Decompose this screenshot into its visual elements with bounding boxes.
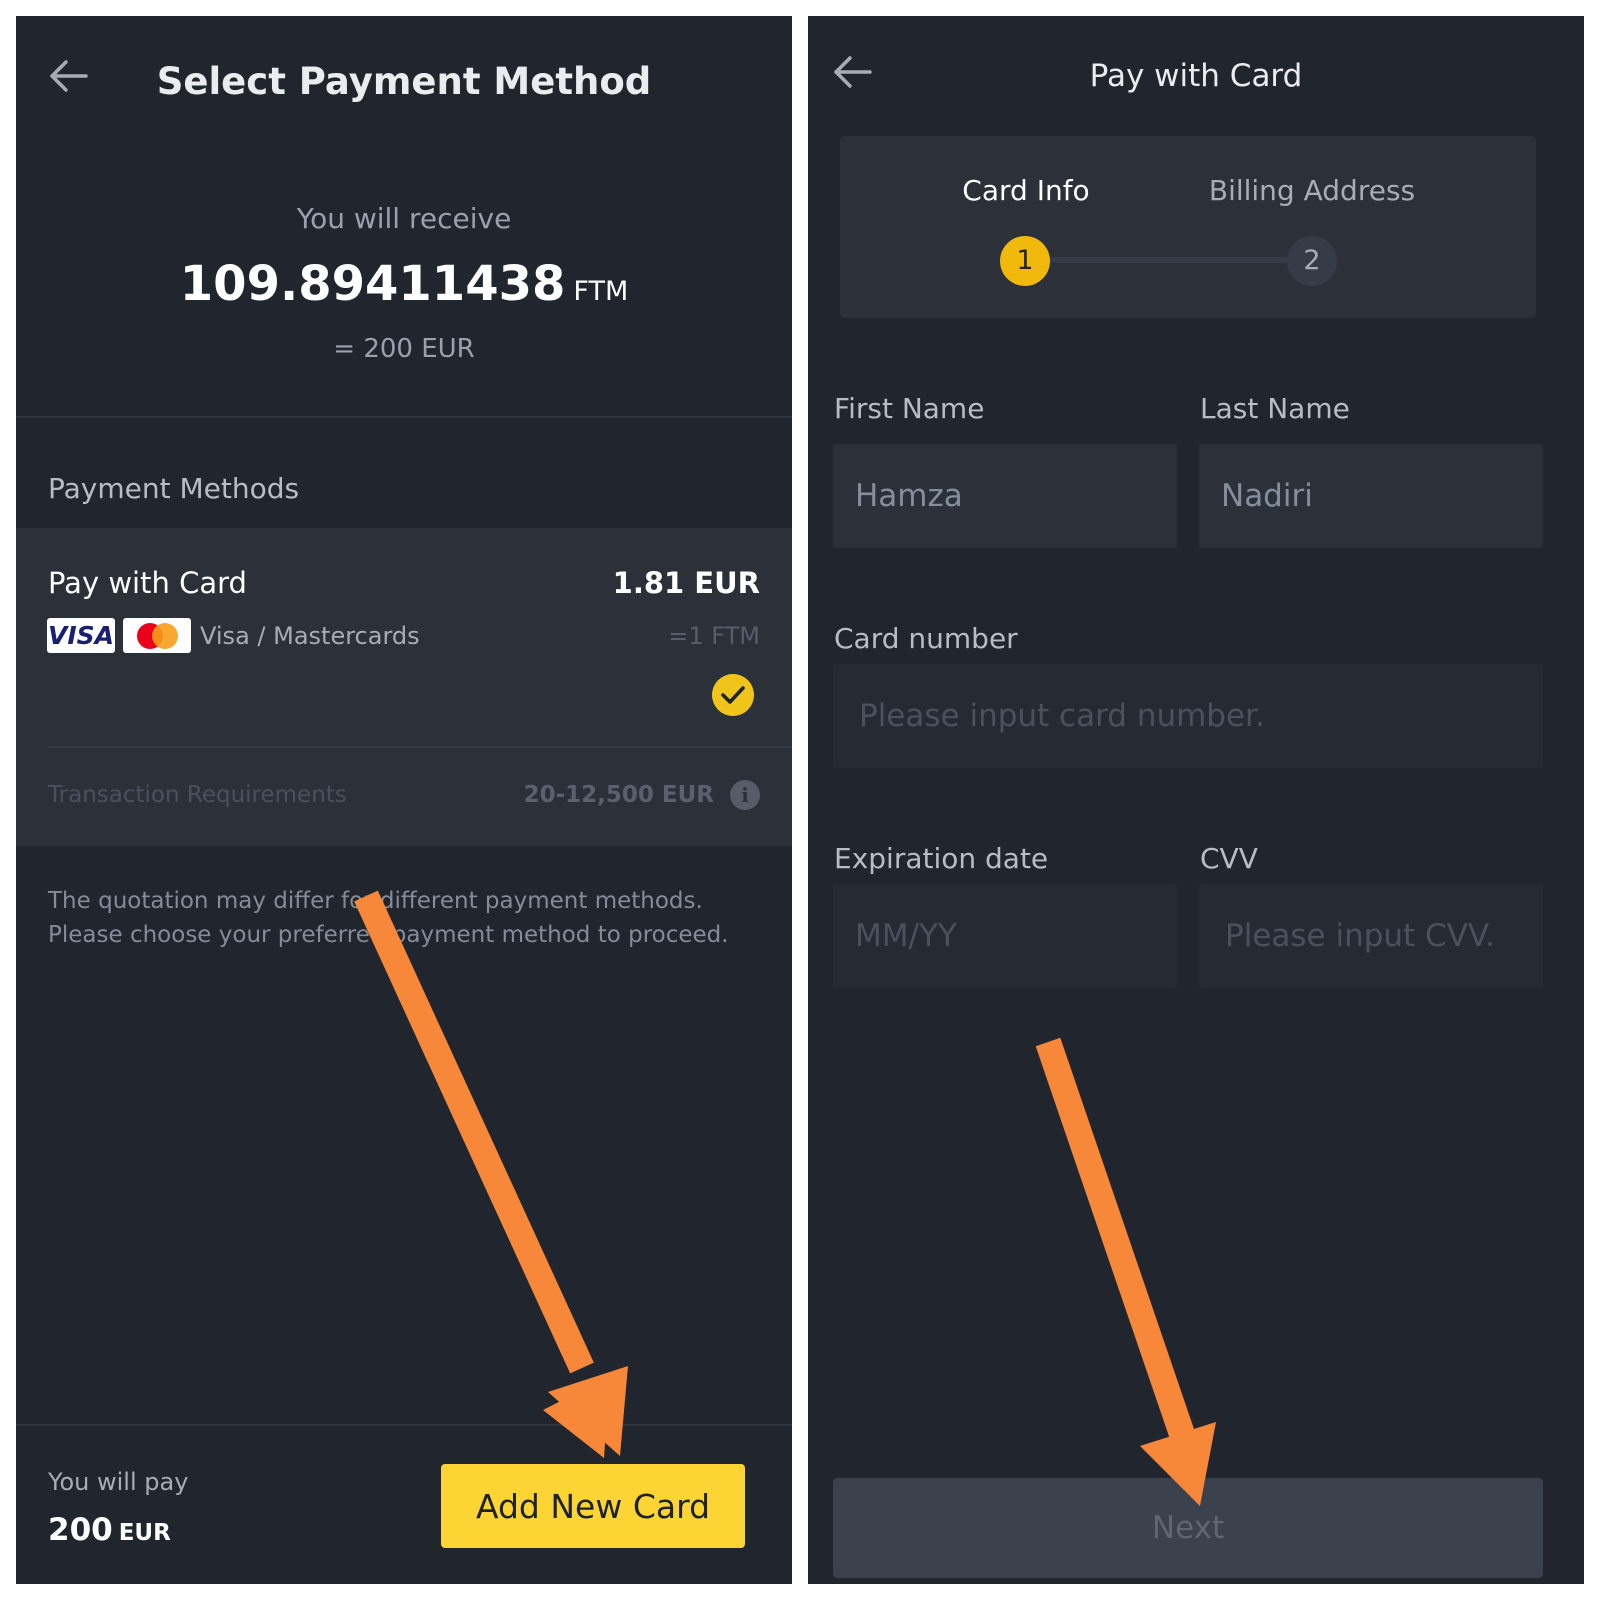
receive-amount: 109.89411438 FTM (16, 256, 792, 312)
payment-methods-label: Payment Methods (48, 472, 300, 505)
pay-amount-unit: EUR (118, 1520, 171, 1546)
payment-method-card-option[interactable]: Pay with Card 1.81 EUR VISA Visa / Maste… (16, 528, 792, 846)
pay-amount: 200 EUR (48, 1512, 171, 1548)
mastercard-logo (123, 618, 191, 653)
info-icon[interactable]: i (730, 780, 760, 810)
last-name-label: Last Name (1200, 392, 1350, 425)
page-title: Pay with Card (1089, 58, 1303, 94)
card-number-label: Card number (834, 622, 1018, 655)
last-name-field[interactable] (1199, 444, 1543, 548)
receive-amount-unit: FTM (573, 276, 629, 307)
method-fee-ftm: =1 FTM (668, 622, 760, 650)
add-new-card-button[interactable]: Add New Card (441, 1464, 745, 1548)
transaction-requirements-range: 20-12,500 EUR (523, 782, 714, 808)
cvv-field[interactable] (1199, 884, 1543, 988)
method-name: Pay with Card (48, 566, 247, 600)
step-connector (1026, 257, 1312, 263)
divider (48, 746, 792, 748)
next-button[interactable]: Next (833, 1478, 1543, 1578)
page-title: Select Payment Method (156, 60, 652, 103)
receive-label: You will receive (296, 202, 512, 235)
step-label-card-info[interactable]: Card Info (956, 174, 1096, 207)
divider (16, 416, 792, 418)
select-payment-screen: Select Payment Method You will receive 1… (16, 16, 792, 1584)
transaction-requirements-label: Transaction Requirements (48, 782, 347, 808)
check-icon (712, 674, 754, 716)
first-name-field[interactable] (833, 444, 1177, 548)
first-name-label: First Name (834, 392, 985, 425)
step-1-indicator: 1 (1000, 236, 1050, 286)
pay-amount-value: 200 (48, 1512, 113, 1548)
expiration-date-label: Expiration date (834, 842, 1049, 875)
receive-amount-value: 109.89411438 (179, 256, 566, 312)
step-2-indicator: 2 (1287, 236, 1337, 286)
step-label-billing-address[interactable]: Billing Address (1202, 174, 1422, 207)
card-brands-label: Visa / Mastercards (200, 622, 420, 650)
mastercard-circle-orange (152, 623, 178, 649)
quotation-note: The quotation may differ for different p… (48, 888, 729, 948)
divider (16, 1424, 792, 1426)
visa-logo: VISA (47, 618, 115, 653)
expiration-date-field[interactable] (833, 884, 1177, 988)
method-fee: 1.81 EUR (612, 566, 760, 600)
card-number-field[interactable] (833, 664, 1543, 768)
pay-with-card-screen: Pay with Card Card Info Billing Address … (808, 16, 1584, 1584)
pay-label: You will pay (48, 1468, 189, 1496)
receive-equivalent: = 200 EUR (333, 334, 475, 364)
stepper: Card Info Billing Address 1 2 (840, 136, 1536, 318)
cvv-label: CVV (1200, 842, 1258, 875)
